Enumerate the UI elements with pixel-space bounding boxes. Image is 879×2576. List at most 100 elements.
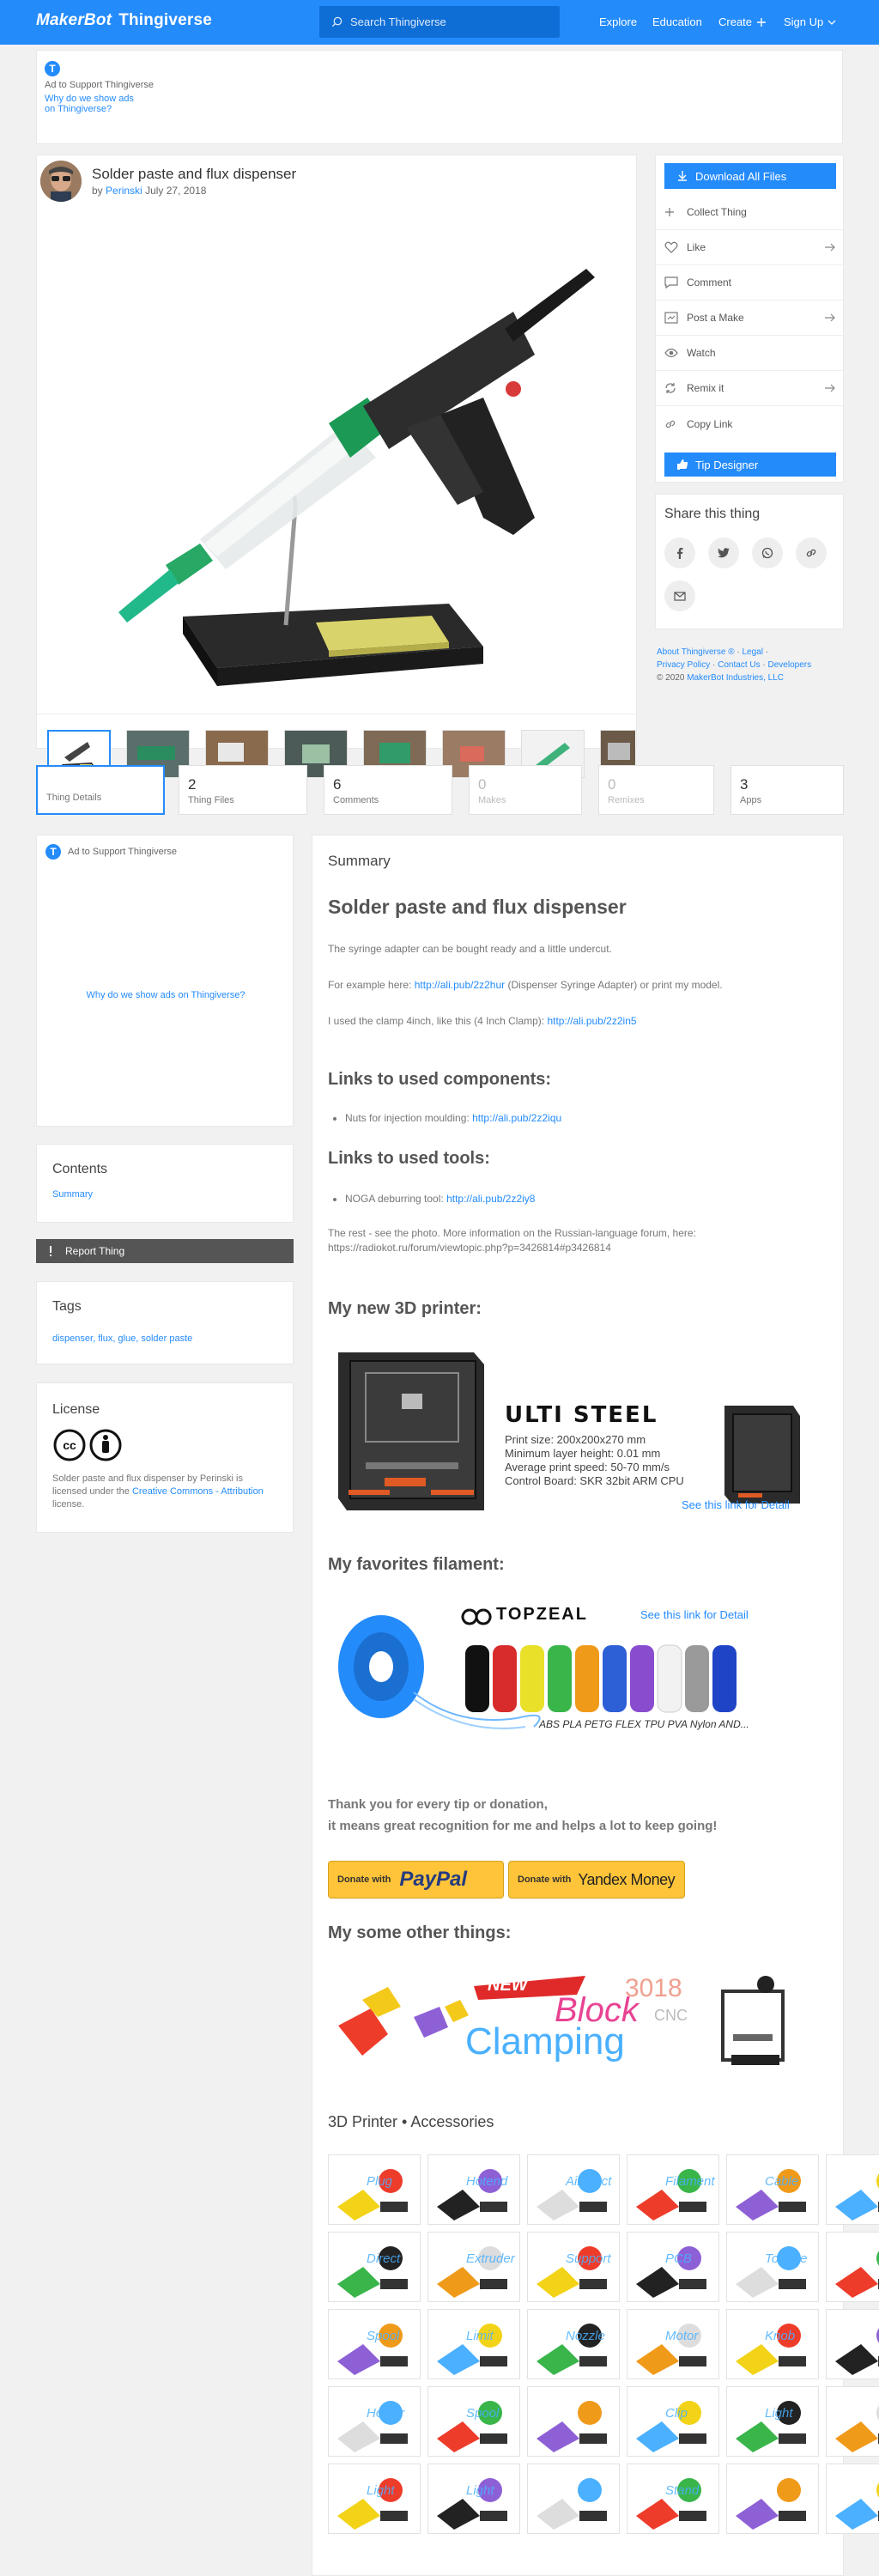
gallery-tile[interactable] (826, 2232, 879, 2302)
footer-legal-link[interactable]: Legal (742, 647, 762, 657)
tab-thing-details[interactable]: Thing Details (36, 765, 165, 815)
noga-link[interactable]: http://ali.pub/2z2iy8 (446, 1193, 535, 1205)
printer-detail-link[interactable]: See this link for Detail (682, 1498, 790, 1511)
gallery-tile[interactable]: Clip (627, 2386, 719, 2457)
gallery-tile[interactable] (826, 2309, 879, 2379)
tab-remixes[interactable]: 0 Remixes (598, 765, 714, 815)
remix-button[interactable]: Remix it (656, 371, 845, 406)
side-why-ads-link[interactable]: Why do we show ads on Thingiverse? (37, 990, 294, 1000)
donate-label: Donate with (518, 1874, 572, 1885)
gallery-tile-label: Stand (665, 2483, 700, 2498)
avatar[interactable] (40, 161, 82, 202)
footer-developers-link[interactable]: Developers (768, 660, 812, 670)
gallery-tile[interactable]: Light (726, 2386, 819, 2457)
gallery-tile[interactable]: Holder (328, 2386, 421, 2457)
gallery-tile[interactable] (826, 2464, 879, 2534)
printer-banner[interactable]: ULTI STEEL Print size: 200x200x270 mm Mi… (328, 1342, 809, 1514)
gallery-tile-label: Holder (367, 2406, 405, 2421)
license-link[interactable]: Creative Commons - Attribution (132, 1486, 264, 1497)
nav-explore[interactable]: Explore (599, 15, 637, 28)
other-things-banner[interactable]: NEW Block Clamping 3018 CNC (328, 1965, 809, 2081)
gallery-tile-label: Clip (665, 2406, 688, 2421)
copy-link-button[interactable]: Copy Link (656, 406, 845, 441)
gallery-tile-image (528, 2155, 619, 2224)
contents-summary-link[interactable]: Summary (52, 1189, 93, 1200)
filament-banner[interactable]: TOPZEAL See this link for Detail ABS PLA… (328, 1598, 809, 1734)
gallery-tile[interactable]: Spool (328, 2309, 421, 2379)
post-make-button[interactable]: Post a Make (656, 301, 845, 336)
nuts-link[interactable]: http://ali.pub/2z2iqu (472, 1112, 561, 1124)
thingiverse-logo[interactable]: MakerBot Thingiverse (36, 11, 212, 30)
filament-detail-link[interactable]: See this link for Detail (640, 1608, 749, 1621)
gallery-tile[interactable]: Air Duct (527, 2154, 620, 2225)
donate-paypal-button[interactable]: Donate with PayPal (328, 1861, 504, 1899)
printer-spec: Minimum layer height: 0.01 mm (505, 1447, 661, 1460)
search-input[interactable]: Search Thingiverse (319, 6, 560, 38)
report-thing-button[interactable]: Report Thing (36, 1239, 294, 1263)
gallery-tile[interactable]: Support (527, 2232, 620, 2302)
nav-education[interactable]: Education (652, 15, 702, 28)
thing-title: Solder paste and flux dispenser (92, 166, 297, 182)
gallery-tile-image (528, 2310, 619, 2379)
why-ads-link[interactable]: Why do we show ads on Thingiverse? (45, 94, 134, 114)
main-product-image[interactable] (37, 209, 636, 707)
gallery-tile[interactable]: Spool (427, 2386, 520, 2457)
tab-apps[interactable]: 3 Apps (730, 765, 844, 815)
gallery-tile[interactable]: Filament (627, 2154, 719, 2225)
arrow-right-icon (825, 384, 835, 392)
tip-designer-button[interactable]: Tip Designer (664, 453, 836, 477)
watch-button[interactable]: Watch (656, 336, 845, 371)
list-item-text: Nuts for injection moulding: (345, 1112, 470, 1124)
author-link[interactable]: Perinski (106, 185, 142, 197)
summary-p3: I used the clamp 4inch, like this (4 Inc… (328, 1014, 637, 1029)
link-share-button[interactable] (796, 538, 827, 568)
gallery-tile[interactable] (826, 2386, 879, 2457)
gallery-tile[interactable]: Hotend (427, 2154, 520, 2225)
gallery-tile[interactable] (527, 2386, 620, 2457)
gallery-tile[interactable]: Direct (328, 2232, 421, 2302)
twitter-share-button[interactable] (708, 538, 739, 568)
comment-button[interactable]: Comment (656, 265, 845, 301)
forum-link[interactable]: https://radiokot.ru/forum/viewtopic.php?… (328, 1241, 611, 1255)
tab-comments[interactable]: 6 Comments (324, 765, 452, 815)
gallery-tile[interactable] (527, 2464, 620, 2534)
nav-signup[interactable]: Sign Up (784, 15, 836, 28)
footer-privacy-link[interactable]: Privacy Policy (657, 660, 710, 670)
nav-create[interactable]: Create (718, 15, 767, 28)
gallery-tile[interactable]: Tongue (726, 2232, 819, 2302)
gallery-tile[interactable]: Cable (726, 2154, 819, 2225)
gallery-tile[interactable]: Knob (726, 2309, 819, 2379)
facebook-share-button[interactable] (664, 538, 695, 568)
download-all-button[interactable]: Download All Files (664, 163, 836, 189)
collect-thing-button[interactable]: Collect Thing (656, 195, 845, 230)
footer-about-link[interactable]: About Thingiverse ® (657, 647, 735, 657)
tab-makes[interactable]: 0 Makes (469, 765, 582, 815)
tags-list[interactable]: dispenser, flux, glue, solder paste (52, 1334, 192, 1344)
gallery-tile[interactable]: Extruder (427, 2232, 520, 2302)
like-button[interactable]: Like (656, 230, 845, 265)
license-title: License (52, 1402, 100, 1417)
post-make-label: Post a Make (687, 312, 744, 324)
side-ad-panel: T Ad to Support Thingiverse Why do we sh… (36, 835, 294, 1127)
tab-thing-files[interactable]: 2 Thing Files (179, 765, 307, 815)
gallery-tile[interactable]: Plug (328, 2154, 421, 2225)
gallery-tile[interactable]: Motor (627, 2309, 719, 2379)
footer-contact-link[interactable]: Contact Us (718, 660, 760, 670)
envelope-icon (674, 591, 686, 601)
gallery-tile[interactable]: Light (427, 2464, 520, 2534)
adapter-link[interactable]: http://ali.pub/2z2hur (415, 979, 505, 991)
thingiverse-t-icon: T (45, 844, 61, 860)
gallery-tile[interactable] (826, 2154, 879, 2225)
gallery-tile[interactable] (726, 2464, 819, 2534)
whatsapp-share-button[interactable] (752, 538, 783, 568)
gallery-tile[interactable]: PCB (627, 2232, 719, 2302)
gallery-tile[interactable]: Light (328, 2464, 421, 2534)
gallery-tile[interactable]: Limit (427, 2309, 520, 2379)
donate-yandex-button[interactable]: Donate with Yandex Money (508, 1861, 685, 1899)
gallery-tile[interactable]: Nozzle (527, 2309, 620, 2379)
clamp-link[interactable]: http://ali.pub/2z2in5 (547, 1015, 636, 1027)
email-share-button[interactable] (664, 580, 695, 611)
footer-company-link[interactable]: MakerBot Industries, LLC (687, 673, 784, 683)
printer-brand: ULTI STEEL (505, 1402, 658, 1428)
gallery-tile[interactable]: Stand (627, 2464, 719, 2534)
